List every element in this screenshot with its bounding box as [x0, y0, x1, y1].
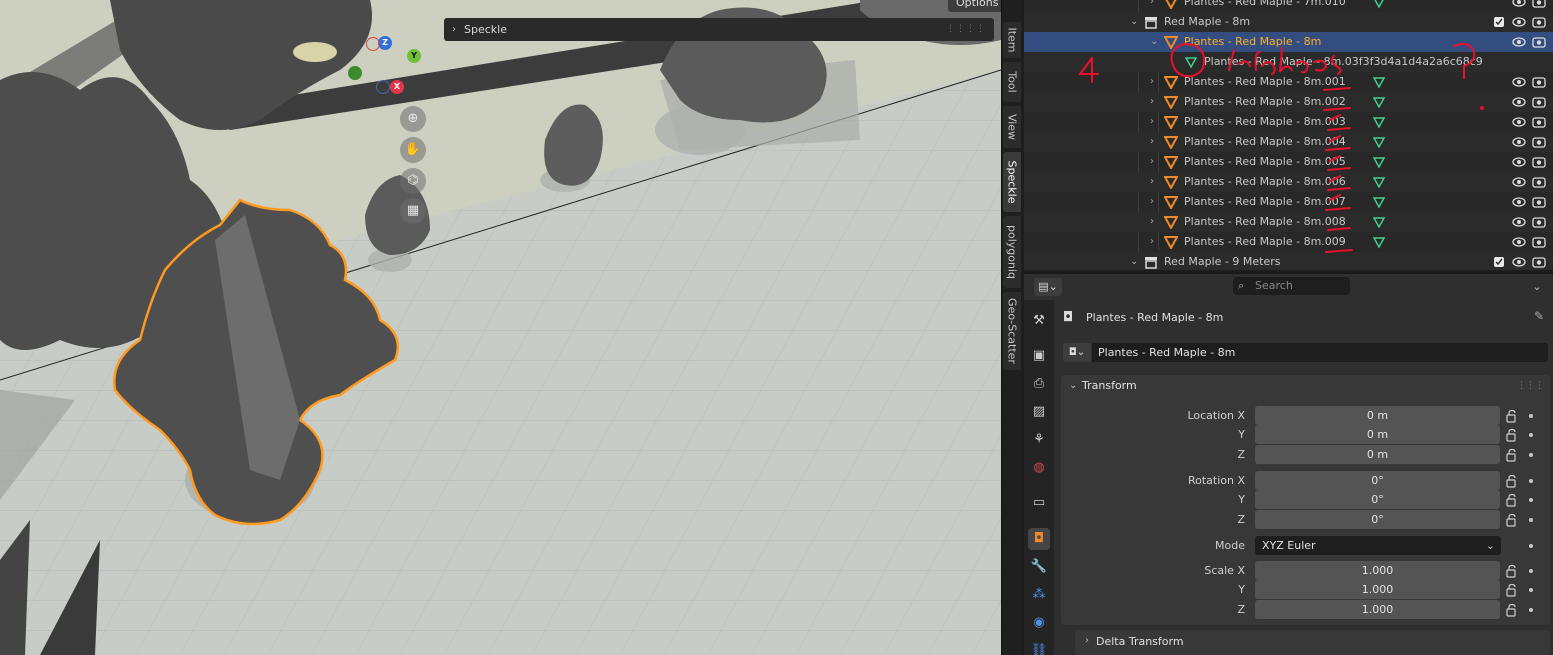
physics-properties-icon[interactable]: ◉ [1028, 612, 1050, 634]
unlock-icon[interactable] [1505, 603, 1519, 617]
rotation-mode-label: Mode [1215, 539, 1245, 552]
gizmo-neg-y[interactable] [348, 66, 362, 80]
unlock-icon[interactable] [1505, 564, 1519, 578]
drag-grip-icon[interactable]: ⋮⋮⋮⋮ [946, 18, 986, 41]
rotation-mode-dropdown[interactable]: XYZ Euler ⌄ [1255, 536, 1501, 555]
location-y-field[interactable]: 0 m [1255, 425, 1500, 444]
tool-properties-icon[interactable]: ⚒ [1028, 310, 1050, 332]
tab-item[interactable]: Item [1003, 22, 1021, 58]
keyframe-dot-icon[interactable] [1529, 433, 1533, 437]
rotation-z-field[interactable]: 0° [1255, 510, 1500, 529]
unlock-icon[interactable] [1505, 448, 1519, 462]
camera-icon[interactable]: ⌬ [400, 168, 426, 194]
particle-properties-icon[interactable]: ⁂ [1028, 584, 1050, 606]
object-name-field[interactable]: Plantes - Red Maple - 8m [1092, 343, 1548, 362]
keyframe-dot-icon[interactable] [1529, 588, 1533, 592]
location-y-label: Y [1238, 428, 1245, 441]
constraint-properties-icon[interactable]: ⛓ [1028, 640, 1050, 655]
keyframe-dot-icon[interactable] [1529, 569, 1533, 573]
scene-properties-icon[interactable]: ⚘ [1028, 429, 1050, 451]
location-x-field[interactable]: 0 m [1255, 406, 1500, 425]
zoom-icon[interactable]: ⊕ [400, 106, 426, 132]
unlock-icon[interactable] [1505, 583, 1519, 597]
object-datablock-selector[interactable]: ◘⌄ [1063, 343, 1091, 362]
tab-geo-scatter[interactable]: Geo-Scatter [1003, 292, 1021, 370]
transform-panel-header[interactable]: ⌄ Transform ⋮⋮⋮ [1061, 375, 1550, 397]
scale-y-field[interactable]: 1.000 [1255, 580, 1500, 599]
keyframe-dot-icon[interactable] [1529, 479, 1533, 483]
tab-speckle[interactable]: Speckle [1003, 152, 1021, 212]
chevron-down-icon: ⌄ [1069, 380, 1078, 391]
tab-polygoniq[interactable]: polygoniq [1003, 216, 1021, 288]
location-z-label: Z [1237, 448, 1245, 461]
rotation-y-label: Y [1238, 493, 1245, 506]
scale-z-field[interactable]: 1.000 [1255, 600, 1500, 619]
keyframe-dot-icon[interactable] [1529, 498, 1533, 502]
search-icon: ⌕ [1238, 279, 1245, 292]
scale-x-field[interactable]: 1.000 [1255, 561, 1500, 580]
unlock-icon[interactable] [1505, 409, 1519, 423]
speckle-panel-header[interactable]: › Speckle ⋮⋮⋮⋮ [444, 18, 994, 41]
gizmo-y-axis[interactable]: Y [407, 49, 421, 63]
collapse-menu-icon[interactable]: ⌄ [1529, 278, 1545, 296]
keyframe-dot-icon[interactable] [1529, 453, 1533, 457]
keyframe-dot-icon[interactable] [1529, 608, 1533, 612]
object-name-label: Plantes - Red Maple - 8m [1086, 311, 1224, 324]
rotation-y-field[interactable]: 0° [1255, 490, 1500, 509]
view-layer-properties-icon[interactable]: ▨ [1028, 401, 1050, 423]
modifier-properties-icon[interactable]: 🔧 [1028, 556, 1050, 578]
properties-search-input[interactable]: ⌕ Search [1233, 277, 1350, 295]
delta-transform-header: Delta Transform [1096, 635, 1184, 648]
render-properties-icon[interactable]: ▣ [1028, 345, 1050, 367]
location-z-field[interactable]: 0 m [1255, 445, 1500, 464]
editor-type-dropdown[interactable]: ▤⌄ [1034, 278, 1062, 296]
keyframe-dot-icon[interactable] [1529, 544, 1533, 548]
gizmo-x-axis[interactable]: X [390, 80, 404, 94]
object-type-icon: ◘ [1063, 310, 1074, 325]
tab-view[interactable]: View [1003, 106, 1021, 148]
scale-z-label: Z [1237, 603, 1245, 616]
options-dropdown[interactable]: Options ⌄ [948, 0, 1001, 12]
world-properties-icon[interactable]: ◍ [1028, 457, 1050, 479]
gizmo-neg-x[interactable] [366, 37, 380, 51]
unlock-icon[interactable] [1505, 428, 1519, 442]
handwritten-annotation [1078, 43, 1484, 253]
viewport-scene[interactable] [0, 0, 1001, 655]
tab-tool[interactable]: Tool [1003, 62, 1021, 102]
pin-icon[interactable]: ✎ [1534, 309, 1544, 323]
scale-x-label: Scale X [1204, 564, 1245, 577]
collection-properties-icon[interactable]: ▭ [1028, 492, 1050, 514]
output-properties-icon[interactable]: ⎙ [1028, 373, 1050, 395]
speckle-panel-label: Speckle [464, 23, 507, 36]
grid-perspective-icon[interactable]: ▦ [400, 198, 426, 224]
chevron-down-icon: ⌄ [1485, 539, 1495, 552]
object-properties-icon[interactable]: ◘ [1028, 528, 1050, 550]
chevron-right-icon: › [1085, 635, 1089, 646]
hand-pan-icon[interactable]: ✋ [400, 137, 426, 163]
chevron-right-icon: › [452, 24, 456, 35]
scale-y-label: Y [1238, 583, 1245, 596]
unlock-icon[interactable] [1505, 474, 1519, 488]
sidebar-tabs: Item Tool View Speckle polygoniq Geo-Sca… [1001, 0, 1021, 655]
location-x-label: Location X [1187, 409, 1245, 422]
keyframe-dot-icon[interactable] [1529, 518, 1533, 522]
rotation-x-label: Rotation X [1187, 474, 1245, 487]
gizmo-neg-z[interactable] [376, 80, 390, 94]
properties-tab-column: ⚒ ▣ ⎙ ▨ ⚘ ◍ ▭ ◘ 🔧 ⁂ ◉ ⛓ [1024, 300, 1054, 655]
rotation-x-field[interactable]: 0° [1255, 471, 1500, 490]
unlock-icon[interactable] [1505, 493, 1519, 507]
keyframe-dot-icon[interactable] [1529, 414, 1533, 418]
rotation-z-label: Z [1237, 513, 1245, 526]
drag-grip-icon[interactable]: ⋮⋮⋮ [1517, 375, 1544, 397]
gizmo-z-axis[interactable]: Z [378, 36, 392, 50]
3d-viewport[interactable]: Z Y X ⊕ ✋ ⌬ ▦ › Speckle ⋮⋮⋮⋮ Options ⌄ [0, 0, 1001, 655]
unlock-icon[interactable] [1505, 513, 1519, 527]
